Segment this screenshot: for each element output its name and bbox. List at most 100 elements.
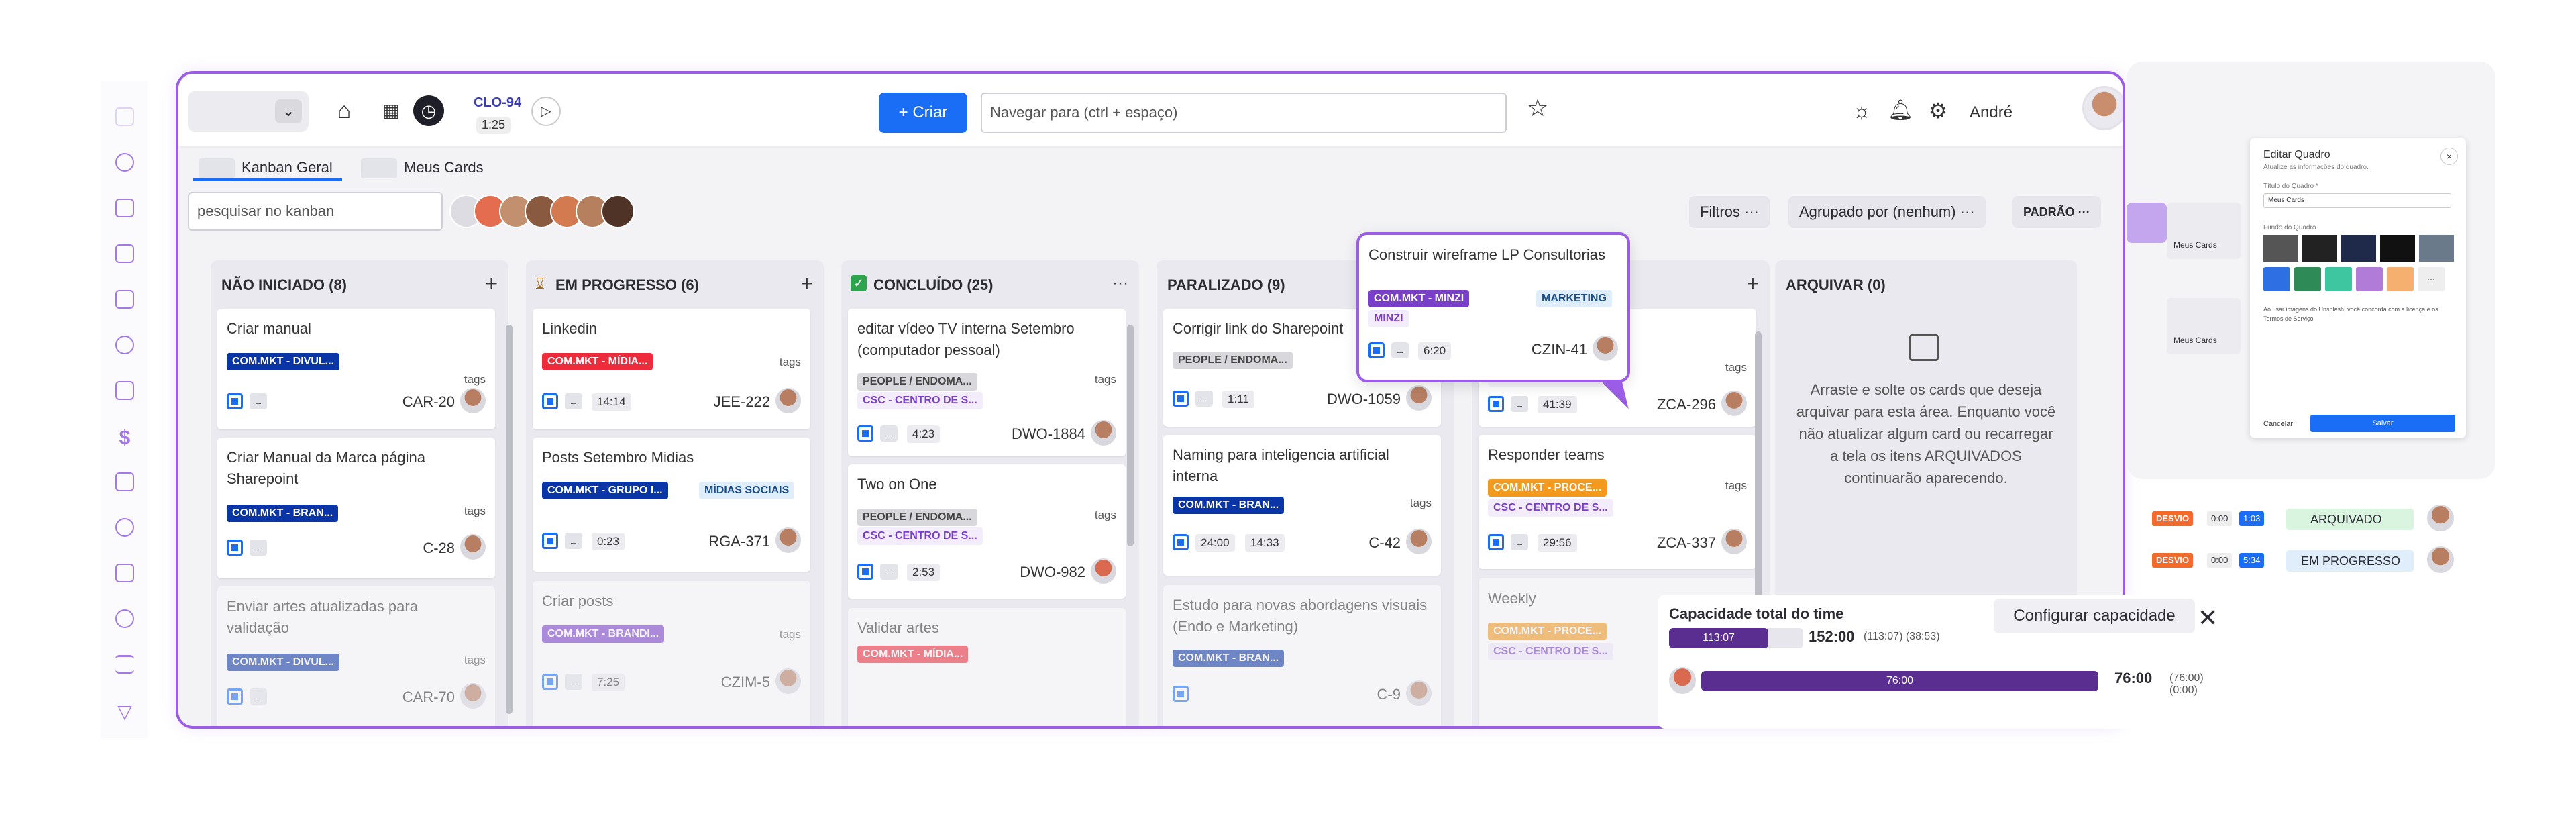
checkbox-icon[interactable] — [1368, 342, 1385, 358]
dollar-icon[interactable]: $ — [115, 427, 134, 449]
checkbox-icon[interactable] — [1173, 391, 1189, 407]
settings-icon[interactable]: ⚙ — [1921, 94, 1955, 128]
bg-option[interactable] — [2302, 235, 2337, 262]
list-row[interactable]: DESVIO 0:00 1:03 ARQUIVADO — [2147, 505, 2455, 536]
add-card-icon[interactable]: + — [800, 271, 813, 296]
card-id: ZCA-337 — [1656, 534, 1716, 551]
bg-label: Fundo do Quadro — [2263, 224, 2316, 232]
bg-option[interactable] — [2380, 235, 2415, 262]
archive-icon — [1909, 334, 1939, 361]
tab-kanban-geral[interactable]: Kanban Geral — [193, 154, 342, 181]
sun-icon[interactable]: ☼ — [1845, 94, 1878, 128]
configure-capacity-button[interactable]: Configurar capacidade — [1994, 599, 2195, 633]
filters-button[interactable]: Filtros ··· — [1689, 196, 1770, 228]
status-select[interactable]: ARQUIVADO — [2286, 509, 2414, 530]
checkbox-icon[interactable] — [542, 393, 558, 409]
save-button[interactable]: Salvar — [2310, 415, 2455, 432]
columns-icon[interactable] — [115, 290, 134, 309]
create-button[interactable]: + Criar — [879, 93, 967, 133]
cloud-icon[interactable] — [115, 199, 134, 217]
close-icon[interactable]: ✕ — [2198, 604, 2218, 632]
group-by-button[interactable]: Agrupado por (nenhum) ··· — [1788, 196, 1986, 228]
folder-icon[interactable] — [115, 381, 134, 400]
color-option[interactable] — [2325, 267, 2352, 291]
dragged-card[interactable]: Construir wireframe LP Consultorias COM.… — [1356, 232, 1630, 382]
workspace-selector[interactable]: ⌄ — [188, 91, 309, 132]
card[interactable]: Validar artes COM.MKT - MÍDIA... — [848, 608, 1126, 726]
team-capacity-panel: Capacidade total do time Configurar capa… — [1658, 595, 2229, 729]
checkbox-icon[interactable] — [227, 540, 243, 556]
checkbox-icon[interactable] — [1488, 534, 1504, 550]
checkbox-icon[interactable] — [227, 688, 243, 705]
deviation-badge: DESVIO — [2152, 511, 2194, 526]
avatar[interactable] — [601, 195, 635, 228]
card[interactable]: Naming para inteligencia artificial inte… — [1163, 435, 1441, 576]
play-icon[interactable]: ▷ — [531, 97, 561, 126]
card[interactable]: Posts Setembro Midias COM.MKT - GRUPO I.… — [533, 438, 810, 572]
users-icon[interactable] — [115, 518, 134, 537]
card[interactable]: Criar manual COM.MKT - DIVUL... tags _ C… — [217, 309, 495, 429]
more-icon[interactable]: ··· — [1112, 274, 1128, 293]
card-title: Responder teams — [1488, 446, 1605, 463]
deviation-badge: DESVIO — [2152, 553, 2194, 568]
bg-option[interactable] — [2419, 235, 2454, 262]
card[interactable]: Linkedin COM.MKT - MÍDIA... tags _ 14:14… — [533, 309, 810, 429]
card[interactable]: Estudo para novas abordagens visuais (En… — [1163, 585, 1441, 726]
clock-icon[interactable]: ◷ — [413, 95, 444, 126]
tags-label: tags — [464, 505, 486, 517]
checklist-icon[interactable] — [115, 564, 134, 582]
card[interactable]: Criar posts COM.MKT - BRANDI... tags _ 7… — [533, 581, 810, 726]
color-option[interactable] — [2263, 267, 2290, 291]
column-title: PARALIZADO (9) — [1167, 276, 1285, 293]
bg-option[interactable] — [2263, 235, 2298, 262]
add-card-icon[interactable]: + — [485, 271, 498, 296]
checkbox-icon[interactable] — [227, 393, 243, 409]
tab-meus-cards[interactable]: Meus Cards — [356, 154, 503, 181]
checkbox-icon[interactable] — [542, 674, 558, 690]
card[interactable]: editar vídeo TV interna Setembro (comput… — [848, 309, 1126, 456]
checkbox-icon[interactable] — [857, 425, 873, 442]
more-icon[interactable]: ··· — [2418, 267, 2445, 291]
bg-option[interactable] — [2341, 235, 2376, 262]
calendar-icon[interactable]: ▦ — [374, 94, 408, 128]
card[interactable]: Enviar artes atualizadas para validação … — [217, 586, 495, 726]
cancel-button[interactable]: Cancelar — [2263, 420, 2293, 428]
checkbox-icon[interactable] — [1173, 534, 1189, 550]
status-select[interactable]: EM PROGRESSO — [2286, 550, 2414, 572]
filter-icon[interactable]: ▽ — [115, 701, 134, 722]
card[interactable]: Criar Manual da Marca página Sharepoint … — [217, 438, 495, 578]
card[interactable]: Responder teams COM.MKT - PROCE... CSC -… — [1479, 435, 1756, 569]
scrollbar[interactable] — [506, 325, 513, 714]
star-icon[interactable]: ☆ — [1527, 94, 1548, 122]
card[interactable]: Two on One PEOPLE / ENDOMA... CSC - CENT… — [848, 464, 1126, 599]
user-icon[interactable] — [115, 336, 134, 354]
list-row[interactable]: DESVIO 0:00 5:34 EM PROGRESSO — [2147, 546, 2455, 577]
checkbox-icon[interactable] — [542, 533, 558, 549]
document-icon[interactable] — [115, 244, 134, 263]
checkbox-icon[interactable] — [1173, 686, 1189, 702]
time-pill: 6:20 — [1418, 342, 1452, 360]
user-name[interactable]: André — [1970, 103, 2012, 122]
checkbox-icon[interactable] — [857, 564, 873, 580]
default-view-button[interactable]: PADRÃO ··· — [2012, 196, 2101, 228]
close-icon[interactable]: × — [2440, 148, 2458, 165]
bell-icon[interactable]: 🔔︎ — [1884, 94, 1917, 128]
color-option[interactable] — [2294, 267, 2321, 291]
color-option[interactable] — [2356, 267, 2383, 291]
home-icon[interactable]: ⌂ — [327, 94, 361, 128]
scrollbar[interactable] — [1127, 325, 1134, 546]
alert-icon[interactable] — [115, 153, 134, 172]
add-card-icon[interactable]: + — [1746, 271, 1759, 296]
timer-code[interactable]: CLO-94 — [474, 95, 521, 111]
board-title-input[interactable]: Meus Cards — [2263, 193, 2451, 208]
box-icon[interactable] — [115, 472, 134, 491]
avatar[interactable] — [2082, 86, 2123, 130]
list-icon[interactable] — [115, 655, 134, 674]
color-option[interactable] — [2387, 267, 2414, 291]
card-title: Linkedin — [542, 320, 597, 337]
navigate-input[interactable]: Navegar para (ctrl + espaço) — [981, 93, 1507, 133]
checkbox-icon[interactable] — [1488, 396, 1504, 412]
board-icon[interactable] — [115, 107, 134, 126]
search-input[interactable]: pesquisar no kanban — [188, 192, 443, 231]
gear-icon[interactable] — [115, 609, 134, 628]
